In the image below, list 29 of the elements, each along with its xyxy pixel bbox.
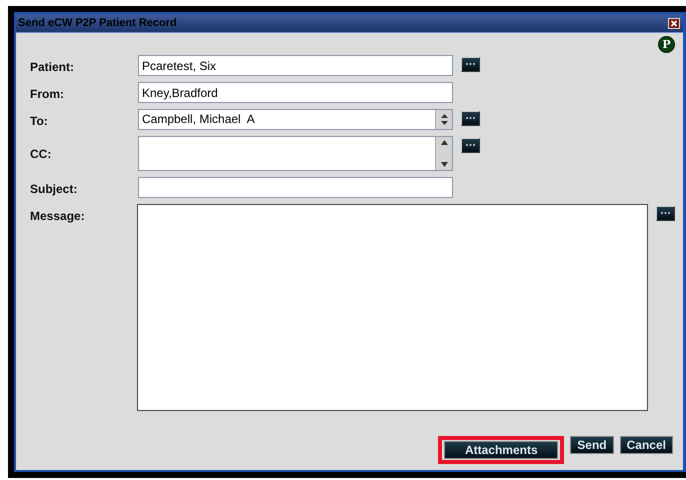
field-label: To: xyxy=(30,113,49,128)
window-title: Send eCW P2P Patient Record xyxy=(18,17,177,29)
text-field[interactable]: Kney,Bradford xyxy=(138,82,453,103)
dialog-button[interactable]: Send xyxy=(570,436,614,454)
ellipsis-icon xyxy=(466,117,475,120)
field-label: Patient: xyxy=(30,59,76,74)
browse-button[interactable] xyxy=(656,206,675,221)
ellipsis-icon xyxy=(661,212,670,215)
dialog-button[interactable]: Attachments xyxy=(444,441,558,459)
ellipsis-icon xyxy=(466,63,475,66)
browse-button[interactable] xyxy=(461,57,480,72)
status-badge: P xyxy=(658,36,675,52)
field-label: Message: xyxy=(30,208,86,223)
field-label: From: xyxy=(30,86,65,101)
browse-button[interactable] xyxy=(461,138,480,153)
field-label: CC: xyxy=(30,146,52,160)
scroll-up-icon[interactable] xyxy=(440,140,448,145)
message-field[interactable] xyxy=(136,204,648,411)
spin-arrows-icon[interactable] xyxy=(440,113,448,126)
dialog-button[interactable]: Cancel xyxy=(620,436,673,454)
scroll-down-icon[interactable] xyxy=(440,162,448,167)
ellipsis-icon xyxy=(466,144,475,147)
field-label: Subject: xyxy=(30,181,78,196)
browse-button[interactable] xyxy=(461,111,480,126)
text-field[interactable] xyxy=(138,177,453,198)
text-field[interactable]: Pcaretest, Six xyxy=(138,55,453,76)
cc-list-field[interactable] xyxy=(138,136,453,171)
recipient-field[interactable]: Campbell, Michael A xyxy=(138,109,453,130)
close-icon[interactable] xyxy=(668,18,680,28)
